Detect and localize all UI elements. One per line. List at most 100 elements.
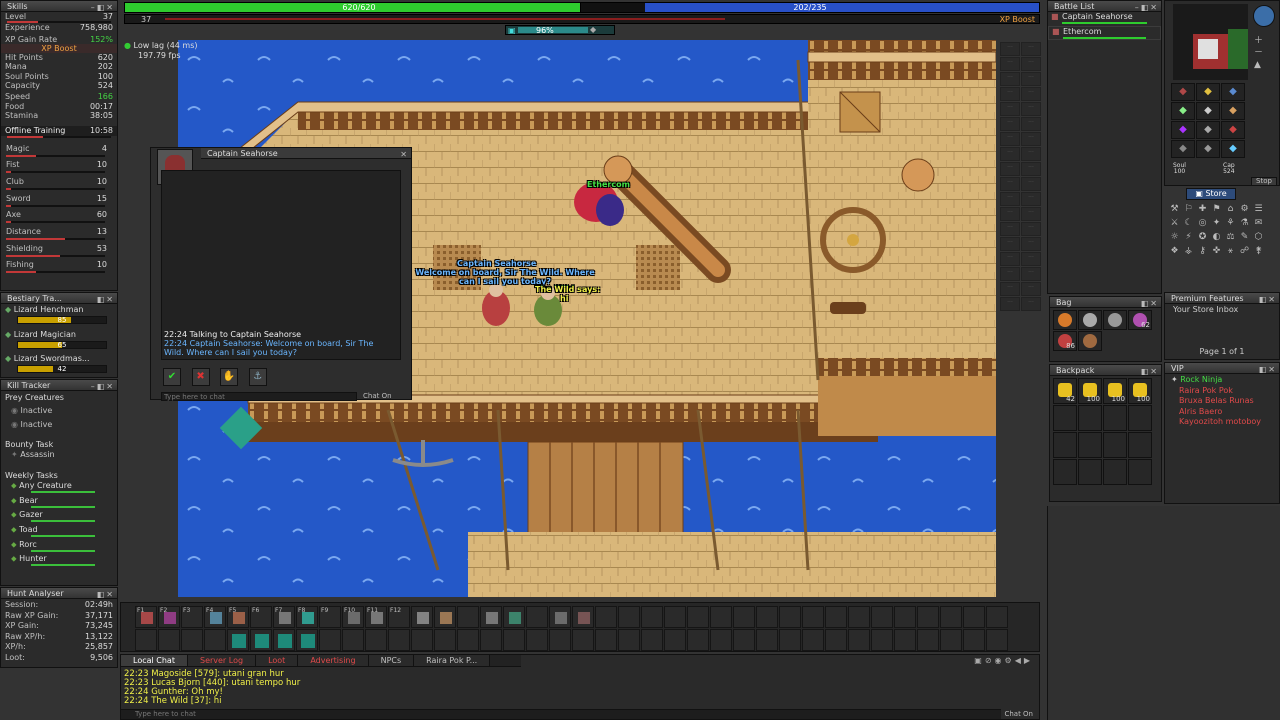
hotkey-slot[interactable] (825, 606, 847, 628)
hotkey-slot[interactable] (641, 629, 663, 651)
bag-slot[interactable] (1053, 310, 1077, 330)
control-button[interactable]: ⚗ (1238, 217, 1251, 230)
hotkey-slot[interactable] (848, 606, 870, 628)
control-button[interactable]: ⚐ (1182, 203, 1195, 216)
hotkey-slot[interactable] (664, 606, 686, 628)
hotkey-slot[interactable] (365, 629, 387, 651)
hotkey-slot[interactable] (204, 629, 226, 651)
backpack-slot[interactable]: 42 (1053, 378, 1077, 404)
bag-slot[interactable] (1078, 331, 1102, 351)
hotkey-slot[interactable] (181, 629, 203, 651)
hotkey-slot[interactable] (986, 606, 1008, 628)
backpack-slot[interactable] (1128, 432, 1152, 458)
bag-slot[interactable] (1103, 310, 1127, 330)
weekly-task[interactable]: ⬥ Gazer (1, 510, 117, 525)
hotkey-slot[interactable] (549, 606, 571, 628)
hotkey-slot[interactable]: F5 (227, 606, 249, 628)
weekly-task[interactable]: ⬥ Hunter (1, 554, 117, 569)
chat-tab[interactable]: NPCs (368, 655, 415, 666)
side-slot[interactable]: ··· (1000, 57, 1020, 71)
backpack-slot[interactable] (1103, 405, 1127, 431)
prey-slot[interactable]: ◉ Inactive (1, 404, 117, 418)
hotkey-slot[interactable] (342, 629, 364, 651)
battle-entry[interactable]: ■ Ethercom (1048, 26, 1161, 40)
equipment-slot[interactable]: ◆ (1221, 140, 1245, 158)
control-button[interactable]: ⚡ (1182, 231, 1195, 244)
hotkey-slot[interactable]: F4 (204, 606, 226, 628)
trade-hand-icon[interactable]: ✋ (220, 368, 239, 386)
prey-slot[interactable]: ◉ Inactive (1, 418, 117, 432)
equipment-slot[interactable]: ◆ (1221, 102, 1245, 120)
hotkey-slot[interactable] (802, 629, 824, 651)
side-slot[interactable]: ··· (1021, 207, 1041, 221)
chat-tab[interactable]: Local Chat (121, 655, 188, 666)
control-button[interactable]: ⚵ (1252, 245, 1265, 258)
control-button[interactable]: ☼ (1168, 231, 1181, 244)
control-button[interactable]: ⚒ (1168, 203, 1181, 216)
control-button[interactable]: ⚙ (1238, 203, 1251, 216)
backpack-slot[interactable] (1103, 432, 1127, 458)
control-button[interactable]: ✦ (1210, 217, 1223, 230)
side-slot[interactable]: ··· (1000, 42, 1020, 56)
battle-entry[interactable]: ■ Captain Seahorse (1048, 12, 1161, 26)
side-slot[interactable]: ··· (1000, 132, 1020, 146)
control-button[interactable]: ⚖ (1224, 231, 1237, 244)
control-button[interactable]: ⚹ (1224, 245, 1237, 258)
hotkey-slot[interactable] (618, 606, 640, 628)
hotkey-slot[interactable] (917, 629, 939, 651)
bag-slot[interactable] (1078, 310, 1102, 330)
bag-slot[interactable]: 62 (1128, 310, 1152, 330)
side-slot[interactable]: ··· (1021, 102, 1041, 116)
side-slot[interactable]: ··· (1021, 192, 1041, 206)
control-button[interactable]: ☍ (1238, 245, 1251, 258)
equipment-slot[interactable]: ◆ (1221, 83, 1245, 101)
control-button[interactable]: ✪ (1196, 231, 1209, 244)
side-slot[interactable]: ··· (1021, 132, 1041, 146)
accept-icon[interactable]: ✔ (163, 368, 181, 386)
backpack-slot[interactable] (1053, 432, 1077, 458)
hotkey-slot[interactable]: F2 (158, 606, 180, 628)
hotkey-slot[interactable] (917, 606, 939, 628)
equipment-slot[interactable]: ◆ (1171, 102, 1195, 120)
equipment-slot[interactable]: ◆ (1196, 121, 1220, 139)
bounty-item[interactable]: ✦ Assassin (1, 450, 117, 459)
xp-boost-label[interactable]: XP Boost (1000, 15, 1035, 24)
chat-tab[interactable]: Advertising (298, 655, 369, 666)
hotkey-slot[interactable] (894, 606, 916, 628)
side-slot[interactable]: ··· (1000, 252, 1020, 266)
side-slot[interactable]: ··· (1021, 42, 1041, 56)
side-slot[interactable]: ··· (1000, 192, 1020, 206)
hotkey-slot[interactable] (687, 629, 709, 651)
equipment-slot[interactable]: ◆ (1171, 83, 1195, 101)
side-slot[interactable]: ··· (1000, 177, 1020, 191)
chat-input[interactable]: Type here to chat (121, 709, 1001, 719)
side-slot[interactable]: ··· (1000, 207, 1020, 221)
hotkey-slot[interactable] (457, 629, 479, 651)
equipment-slot[interactable]: ◆ (1221, 121, 1245, 139)
side-slot[interactable]: ··· (1000, 267, 1020, 281)
zoom-out-icon[interactable]: － (1254, 47, 1263, 59)
hotkey-slot[interactable] (779, 606, 801, 628)
side-slot[interactable]: ··· (1021, 282, 1041, 296)
hotkey-slot[interactable]: F8 (296, 606, 318, 628)
hotkey-slot[interactable] (963, 629, 985, 651)
hotkey-slot[interactable] (756, 629, 778, 651)
side-slot[interactable]: ··· (1000, 102, 1020, 116)
hotkey-slot[interactable] (158, 629, 180, 651)
control-button[interactable]: ◎ (1196, 217, 1209, 230)
side-slot[interactable]: ··· (1000, 72, 1020, 86)
hotkey-slot[interactable] (434, 629, 456, 651)
hotkey-slot[interactable] (894, 629, 916, 651)
hotkey-slot[interactable] (940, 629, 962, 651)
control-button[interactable]: ⚔ (1168, 217, 1181, 230)
hotkey-slot[interactable] (503, 606, 525, 628)
side-slot[interactable]: ··· (1000, 117, 1020, 131)
hotkey-slot[interactable] (871, 629, 893, 651)
hotkey-slot[interactable] (503, 629, 525, 651)
vip-entry-offline[interactable]: Kayoozitoh motoboy (1165, 417, 1279, 428)
hotkey-slot[interactable]: F11 (365, 606, 387, 628)
hotkey-slot[interactable] (871, 606, 893, 628)
minimap[interactable] (1173, 4, 1248, 80)
hotkey-slot[interactable] (963, 606, 985, 628)
control-button[interactable]: ❖ (1168, 245, 1181, 258)
